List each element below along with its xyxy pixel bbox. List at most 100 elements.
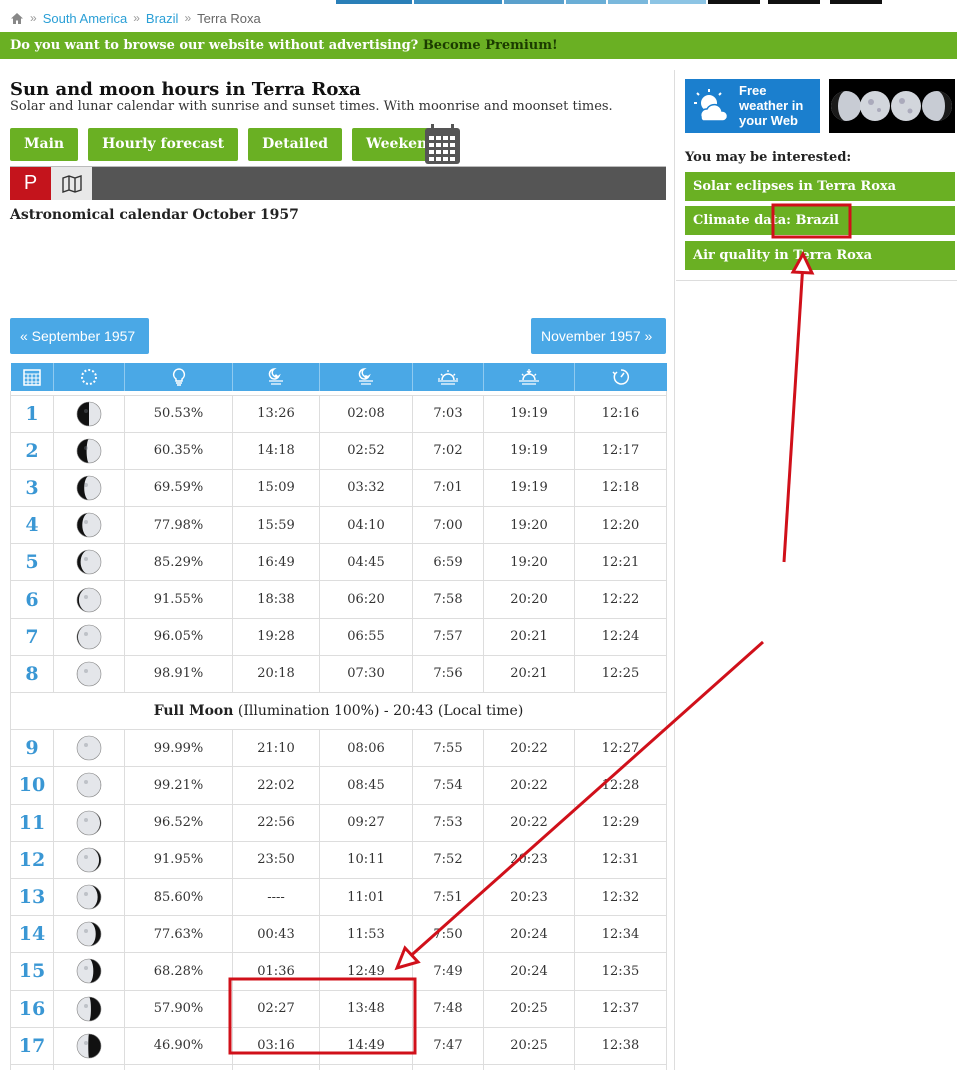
sunrise-cell: 7:53 [412, 803, 484, 842]
phase-cell [53, 915, 125, 954]
solar-eclipses-link[interactable]: Solar eclipses in Terra Roxa [685, 172, 955, 201]
day-cell[interactable]: 5 [10, 543, 54, 582]
moonrise-cell: 00:43 [232, 915, 320, 954]
map-icon[interactable] [51, 167, 92, 200]
day-cell[interactable]: 17 [10, 1026, 54, 1065]
moon-phase-image [76, 512, 102, 538]
phase-cell [53, 989, 125, 1028]
moonrise-cell: 15:09 [232, 468, 320, 508]
moonset-cell: 11:01 [319, 877, 413, 917]
phase-cell [53, 654, 125, 694]
free-weather-widget-ad[interactable]: Free weather in your Web [685, 79, 820, 133]
moonrise-column-header [232, 363, 320, 391]
table-row: 10 99.21% 22:02 08:45 7:54 20:22 12:28 [10, 766, 667, 805]
moonset-icon [358, 368, 373, 385]
day-cell[interactable]: 7 [10, 617, 54, 656]
moonset-column-header [319, 363, 413, 391]
moonset-cell: 08:45 [319, 766, 413, 805]
day-cell[interactable]: 12 [10, 840, 54, 879]
day-cell[interactable]: 1 [10, 394, 54, 433]
sidebar-divider [676, 280, 957, 281]
lightbulb-icon [172, 368, 185, 386]
day-cell[interactable]: 6 [10, 580, 54, 619]
table-row: 16 57.90% 02:27 13:48 7:48 20:25 12:37 [10, 989, 667, 1028]
moon-image [891, 91, 921, 121]
solar-noon-cell: 12:25 [574, 654, 667, 694]
sunset-cell: 19:19 [483, 468, 575, 508]
sunset-cell: 20:25 [483, 989, 575, 1028]
solar-noon-cell: 12:38 [574, 1026, 667, 1065]
illumination-cell: 85.29% [124, 543, 233, 582]
table-row: 15 68.28% 01:36 12:49 7:49 20:24 12:35 [10, 952, 667, 991]
calendar-icon[interactable] [424, 124, 461, 165]
phase-cell [53, 1063, 125, 1070]
phase-cell [53, 840, 125, 879]
solar-noon-cell: 12:31 [574, 840, 667, 879]
day-cell[interactable]: 3 [10, 468, 54, 508]
climate-data-link[interactable]: Climate data: Brazil [685, 206, 955, 235]
sunrise-cell: 7:01 [412, 468, 484, 508]
breadcrumb-link-region[interactable]: South America [43, 11, 128, 26]
tab-hourly-forecast[interactable]: Hourly forecast [88, 128, 239, 161]
tab-detailed[interactable]: Detailed [248, 128, 343, 161]
calendar-heading: Astronomical calendar October 1957 [10, 207, 299, 223]
previous-month-button[interactable]: « September 1957 [10, 318, 149, 354]
moonrise-cell [232, 1063, 320, 1070]
sunrise-cell: 7:55 [412, 729, 484, 768]
day-cell[interactable]: 13 [10, 877, 54, 917]
phase-cell [53, 394, 125, 433]
day-cell[interactable]: 10 [10, 766, 54, 805]
day-cell[interactable]: 9 [10, 729, 54, 768]
illumination-cell: 35.8% [124, 1063, 233, 1070]
sunset-cell: 20:23 [483, 877, 575, 917]
phase-cell [53, 729, 125, 768]
breadcrumb-separator: » [133, 11, 140, 25]
astronomical-calendar-table: 1 50.53% 13:26 02:08 7:03 19:19 12:16 2 60.35% 14… [10, 363, 667, 1070]
premium-banner: Do you want to browse our website withou… [0, 32, 957, 59]
solar-noon-cell: 12:27 [574, 729, 667, 768]
sunset-cell: 19:19 [483, 431, 575, 470]
table-row: 1 50.53% 13:26 02:08 7:03 19:19 12:16 [10, 394, 667, 433]
illumination-cell: 60.35% [124, 431, 233, 470]
day-cell[interactable]: 8 [10, 654, 54, 694]
day-cell[interactable]: 18 [10, 1063, 54, 1070]
sunset-cell [483, 1063, 575, 1070]
day-cell[interactable]: 4 [10, 506, 54, 545]
moon-phase-image [76, 401, 102, 426]
moon-phase-image [76, 661, 102, 687]
day-cell[interactable]: 2 [10, 431, 54, 470]
home-icon[interactable] [10, 12, 24, 25]
moonrise-cell: 14:18 [232, 431, 320, 470]
illumination-cell: 99.99% [124, 729, 233, 768]
breadcrumb-link-country[interactable]: Brazil [146, 11, 179, 26]
pinterest-icon[interactable]: P [10, 167, 51, 200]
day-cell[interactable]: 11 [10, 803, 54, 842]
sunrise-cell: 7:54 [412, 766, 484, 805]
moon-phases-banner[interactable] [829, 79, 955, 133]
tab-bar: Main Hourly forecast Detailed Weekend [10, 128, 452, 161]
phase-cell [53, 506, 125, 545]
solar-noon-icon [612, 369, 629, 385]
sunrise-cell: 7:47 [412, 1026, 484, 1065]
day-cell[interactable]: 14 [10, 915, 54, 954]
phase-cell [53, 1026, 125, 1065]
air-quality-link[interactable]: Air quality in Terra Roxa [685, 241, 955, 270]
moonrise-cell: 20:18 [232, 654, 320, 694]
solar-noon-cell: 12:34 [574, 915, 667, 954]
become-premium-link[interactable]: Become Premium! [423, 38, 558, 53]
sunset-icon [519, 369, 539, 385]
sunrise-cell: 7:00 [412, 506, 484, 545]
tab-main[interactable]: Main [10, 128, 79, 161]
moonset-cell: 04:45 [319, 543, 413, 582]
moonset-cell: 06:20 [319, 580, 413, 619]
moonrise-cell: ---- [232, 877, 320, 917]
next-month-button[interactable]: November 1957 » [531, 318, 666, 354]
sunrise-cell: 7:52 [412, 840, 484, 879]
moonset-cell: 02:52 [319, 431, 413, 470]
day-cell[interactable]: 15 [10, 952, 54, 991]
illumination-cell: 91.55% [124, 580, 233, 619]
illumination-cell: 98.91% [124, 654, 233, 694]
moon-phase-image [76, 550, 102, 575]
day-cell[interactable]: 16 [10, 989, 54, 1028]
moonset-cell: 03:32 [319, 468, 413, 508]
